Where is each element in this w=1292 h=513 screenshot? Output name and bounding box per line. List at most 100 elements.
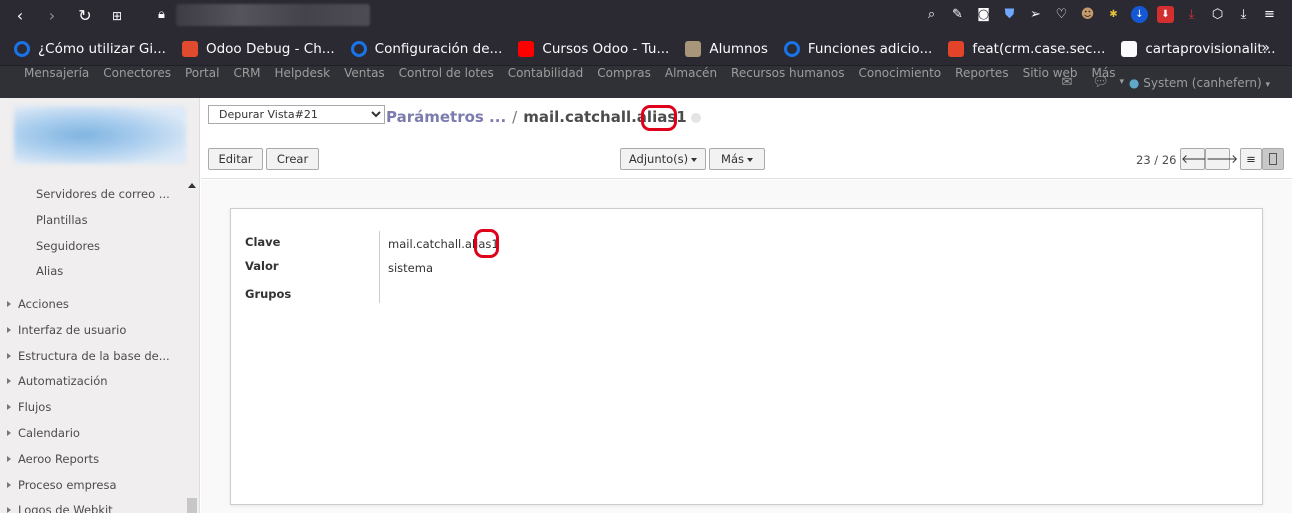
attachments-label: Adjunto(s): [628, 152, 689, 166]
bookmark-item[interactable]: feat(crm.case.sec...: [948, 40, 1105, 57]
chat-icon[interactable]: 💬︎: [1092, 75, 1109, 90]
box-icon[interactable]: ⬡: [1209, 6, 1226, 23]
ext-icon[interactable]: ✱: [1105, 6, 1122, 23]
value-label: Valor: [245, 259, 279, 273]
ext-red-icon[interactable]: ⬇: [1157, 6, 1174, 23]
bookmark-item[interactable]: Cursos Odoo - Tu...: [518, 40, 669, 57]
sidebar-subitem[interactable]: Servidores de correo ...: [36, 187, 170, 201]
menu-icon[interactable]: ≡: [1261, 6, 1278, 23]
more-button[interactable]: Más: [709, 148, 765, 170]
shield-icon[interactable]: ⛊: [1001, 6, 1018, 23]
attachments-button[interactable]: Adjunto(s): [620, 148, 706, 170]
sidebar-group[interactable]: Logos de Webkit: [7, 503, 113, 513]
zoom-icon[interactable]: ⌕: [923, 6, 940, 23]
more-label: Más: [721, 152, 744, 166]
bookmark-label: cartaprovisionalit...: [1145, 40, 1276, 57]
photo-icon: [685, 40, 702, 57]
bookmark-item[interactable]: Funciones adicio...: [783, 40, 933, 57]
sidebar-subitem[interactable]: Seguidores: [36, 239, 100, 253]
chevron-down-icon: ▾: [1265, 79, 1270, 90]
reload-icon[interactable]: ↻: [75, 6, 95, 26]
forward-icon[interactable]: ›: [42, 6, 62, 26]
sidebar-group[interactable]: Acciones: [7, 297, 69, 311]
caret-right-icon: [7, 378, 11, 385]
menu-item[interactable]: Conectores: [103, 66, 171, 99]
debug-view-select[interactable]: Depurar Vista#21: [208, 105, 385, 124]
caret-right-icon: [7, 507, 11, 513]
back-icon[interactable]: ‹: [10, 6, 30, 26]
menu-item[interactable]: Compras: [597, 66, 651, 99]
camera-icon[interactable]: ◙: [975, 6, 992, 23]
sidebar: Servidores de correo ... Plantillas Seguid…: [0, 98, 200, 513]
caret-right-icon: [7, 404, 11, 411]
bookmark-item[interactable]: Alumnos: [685, 40, 768, 57]
breadcrumb-parent[interactable]: Parámetros ...: [386, 108, 506, 126]
sidebar-subitem[interactable]: Plantillas: [36, 213, 88, 227]
caret-right-icon: [7, 326, 11, 333]
circle-icon: [783, 40, 800, 57]
url-bar[interactable]: [176, 4, 370, 26]
value-field[interactable]: sistema: [388, 261, 433, 275]
bookmark-item[interactable]: Odoo Debug - Ch...: [181, 40, 335, 57]
status-dot-icon: [690, 113, 701, 123]
menu-item[interactable]: Conocimiento: [858, 66, 941, 99]
sidebar-group[interactable]: Proceso empresa: [7, 478, 117, 492]
bookmark-item[interactable]: cartaprovisionalit...: [1121, 40, 1276, 57]
bookmark-label: Funciones adicio...: [807, 40, 933, 57]
bookmarks-overflow-icon[interactable]: »: [1261, 40, 1270, 56]
ext-download-red-icon[interactable]: ⤓: [1183, 6, 1200, 23]
sidebar-group-label: Logos de Webkit: [18, 503, 113, 513]
sidebar-group[interactable]: Calendario: [7, 426, 80, 440]
menu-item[interactable]: Control de lotes: [399, 66, 494, 99]
user-menu[interactable]: ● System (canhefern) ▾: [1129, 76, 1270, 90]
user-avatar-icon: ●: [1128, 75, 1140, 90]
sidebar-subitem[interactable]: Alias: [36, 264, 63, 278]
mail-icon[interactable]: ✉: [1062, 75, 1073, 90]
caret-down-icon: [746, 158, 753, 162]
chrome-icon: [181, 40, 198, 57]
menu-item[interactable]: Almacén: [665, 66, 717, 99]
edit-icon[interactable]: ✎: [949, 6, 966, 23]
breadcrumb-separator: /: [512, 108, 518, 126]
download-ext-icon[interactable]: ↓: [1131, 6, 1148, 23]
download-icon[interactable]: ⤓: [1235, 6, 1252, 23]
pager-next-button[interactable]: 🡒: [1205, 148, 1238, 170]
browser-toolbar: ‹ › ↻ ⊞ 🔒︎ ⌕ ✎ ◙ ⛊ ➢ ♡ ☻ ✱ ↓ ⬇ ⤓ ⬡ ⤓ ≡: [0, 0, 1292, 32]
list-view-button[interactable]: ≡: [1240, 148, 1262, 170]
pager-previous-button[interactable]: 🡐: [1180, 148, 1213, 170]
caret-right-icon: [7, 481, 11, 488]
form-view-button[interactable]: [1262, 148, 1284, 170]
menu-item[interactable]: Helpdesk: [275, 66, 331, 99]
caret-right-icon: [7, 301, 11, 307]
edit-button[interactable]: Editar: [208, 148, 263, 170]
menu-item[interactable]: Reportes: [955, 66, 1008, 99]
pager-value[interactable]: 23 / 26: [1136, 153, 1176, 167]
circle-icon: [14, 40, 30, 57]
send-icon[interactable]: ➢: [1027, 6, 1044, 23]
menu-item[interactable]: Recursos humanos: [731, 66, 844, 99]
sidebar-group[interactable]: Estructura de la base de...: [7, 349, 170, 363]
sidebar-group[interactable]: Automatización: [7, 374, 108, 388]
menu-item[interactable]: Mensajería: [24, 66, 89, 99]
arrow-right-icon: 🡒: [1206, 152, 1239, 166]
bookmark-item[interactable]: Configuración de...: [350, 40, 502, 57]
scroll-up-icon[interactable]: [188, 183, 196, 188]
menu-item[interactable]: Portal: [185, 66, 219, 99]
sidebar-group[interactable]: Flujos: [7, 400, 51, 414]
menu-item[interactable]: CRM: [233, 66, 260, 99]
sidebar-group[interactable]: Interfaz de usuario: [7, 323, 126, 337]
bookmark-item[interactable]: ¿Cómo utilizar Gi...: [14, 40, 166, 57]
create-button[interactable]: Crear: [266, 148, 319, 170]
apps-icon[interactable]: ⊞: [107, 6, 127, 26]
sidebar-group[interactable]: Aeroo Reports: [7, 452, 99, 466]
key-label: Clave: [245, 235, 281, 249]
sidebar-group-label: Flujos: [18, 400, 52, 415]
heart-icon[interactable]: ♡: [1053, 6, 1070, 23]
menu-item[interactable]: Contabilidad: [508, 66, 584, 99]
bookmark-label: Odoo Debug - Ch...: [205, 40, 335, 57]
bookmarks-bar: ¿Cómo utilizar Gi... Odoo Debug - Ch... Co…: [0, 32, 1292, 65]
avatar-ext-icon[interactable]: ☻: [1079, 6, 1096, 23]
sidebar-scrollbar[interactable]: [187, 498, 197, 513]
form-icon: [1269, 153, 1277, 165]
menu-item[interactable]: Ventas: [344, 66, 385, 99]
